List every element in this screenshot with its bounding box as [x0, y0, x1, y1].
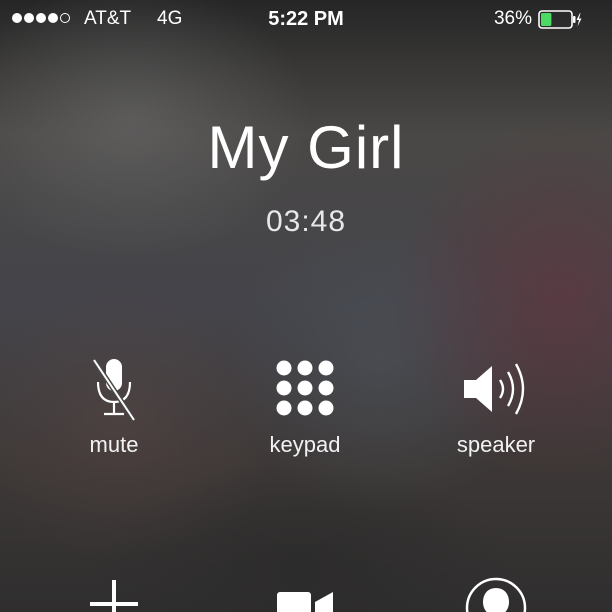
speaker-button[interactable]: speaker — [416, 356, 576, 458]
caller-name: My Girl — [207, 114, 405, 181]
mute-button[interactable]: mute — [34, 356, 194, 458]
keypad-button[interactable]: keypad — [225, 356, 385, 458]
battery-icon — [538, 10, 582, 29]
plus-icon — [90, 580, 138, 612]
contacts-button[interactable] — [436, 576, 556, 612]
contact-silhouette-icon — [465, 577, 527, 612]
add-call-button[interactable] — [54, 576, 174, 612]
battery-percent: 36% — [493, 8, 532, 29]
blurred-background — [0, 0, 612, 612]
keypad-label: keypad — [269, 432, 341, 457]
battery-fill — [541, 13, 552, 26]
mute-label: mute — [89, 432, 139, 457]
microphone-off-icon — [91, 358, 137, 422]
facetime-button[interactable] — [245, 576, 365, 612]
speaker-label: speaker — [456, 432, 536, 457]
status-bar: AT&T 4G 5:22 PM 36% — [0, 0, 612, 40]
speaker-icon — [464, 363, 525, 415]
bolt-icon — [576, 13, 582, 27]
keypad-grid-icon — [276, 360, 334, 416]
video-camera-icon — [277, 592, 333, 612]
call-duration: 03:48 — [265, 205, 347, 238]
